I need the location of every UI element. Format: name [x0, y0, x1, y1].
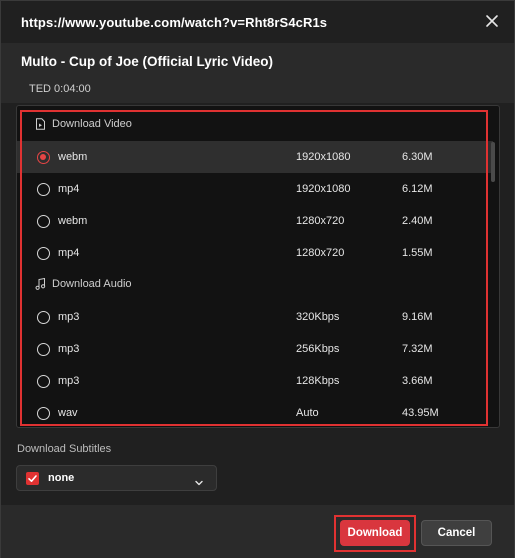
subtitles-value: none — [48, 472, 75, 484]
video-title: Multo - Cup of Joe (Official Lyric Video… — [21, 54, 274, 69]
audio-option-row[interactable]: wav Auto 43.95M — [17, 397, 493, 427]
size-label: 3.66M — [402, 375, 433, 387]
video-option-row[interactable]: mp4 1920x1080 6.12M — [17, 173, 493, 205]
cancel-button[interactable]: Cancel — [421, 520, 492, 546]
download-button[interactable]: Download — [340, 520, 410, 546]
format-label: mp3 — [58, 375, 80, 387]
size-label: 6.30M — [402, 151, 433, 163]
size-label: 7.32M — [402, 343, 433, 355]
format-label: mp3 — [58, 343, 80, 355]
download-audio-label: Download Audio — [52, 278, 132, 290]
size-label: 9.16M — [402, 311, 433, 323]
video-option-row[interactable]: webm 1920x1080 6.30M — [17, 141, 493, 173]
dialog-footer: Download Cancel — [1, 505, 514, 558]
subtitles-checkbox[interactable] — [26, 472, 39, 485]
format-list: Download Video webm 1920x1080 6.30M mp4 … — [16, 105, 500, 428]
download-dialog: https://www.youtube.com/watch?v=Rht8rS4c… — [0, 0, 515, 558]
size-label: 43.95M — [402, 407, 439, 419]
resolution-label: 1920x1080 — [296, 151, 351, 163]
download-audio-heading: Download Audio — [35, 274, 132, 294]
video-file-icon — [36, 118, 45, 130]
bitrate-label: 256Kbps — [296, 343, 340, 355]
video-option-row[interactable]: webm 1280x720 2.40M — [17, 205, 493, 237]
video-option-row[interactable]: mp4 1280x720 1.55M — [17, 237, 493, 269]
format-label: webm — [58, 151, 88, 163]
radio-button[interactable] — [37, 150, 50, 164]
radio-button[interactable] — [37, 182, 50, 196]
radio-button[interactable] — [37, 374, 50, 388]
video-url: https://www.youtube.com/watch?v=Rht8rS4c… — [21, 15, 328, 30]
subtitles-dropdown[interactable]: none — [16, 465, 217, 491]
video-info: Multo - Cup of Joe (Official Lyric Video… — [1, 43, 514, 103]
download-video-heading: Download Video — [35, 114, 132, 134]
bitrate-label: 128Kbps — [296, 375, 340, 387]
chevron-down-icon — [194, 474, 204, 492]
radio-button[interactable] — [37, 342, 50, 356]
bitrate-label: Auto — [296, 407, 319, 419]
resolution-label: 1280x720 — [296, 247, 345, 259]
size-label: 6.12M — [402, 183, 433, 195]
format-label: mp3 — [58, 311, 80, 323]
close-icon[interactable] — [484, 13, 500, 29]
size-label: 1.55M — [402, 247, 433, 259]
audio-option-row[interactable]: mp3 256Kbps 7.32M — [17, 333, 493, 365]
format-label: wav — [58, 407, 78, 419]
format-label: mp4 — [58, 183, 80, 195]
download-video-label: Download Video — [52, 118, 132, 130]
format-label: mp4 — [58, 247, 80, 259]
bitrate-label: 320Kbps — [296, 311, 340, 323]
radio-button[interactable] — [37, 310, 50, 324]
title-bar: https://www.youtube.com/watch?v=Rht8rS4c… — [1, 1, 514, 43]
radio-button[interactable] — [37, 406, 50, 420]
subtitles-label: Download Subtitles — [17, 443, 112, 455]
radio-button[interactable] — [37, 214, 50, 228]
format-label: webm — [58, 215, 88, 227]
music-note-icon — [35, 278, 46, 290]
resolution-label: 1280x720 — [296, 215, 345, 227]
scrollbar-thumb[interactable] — [491, 142, 495, 182]
resolution-label: 1920x1080 — [296, 183, 351, 195]
radio-button[interactable] — [37, 246, 50, 260]
video-meta: TED 0:04:00 — [29, 83, 91, 95]
audio-option-row[interactable]: mp3 320Kbps 9.16M — [17, 301, 493, 333]
size-label: 2.40M — [402, 215, 433, 227]
checkmark-icon — [28, 475, 37, 482]
audio-option-row[interactable]: mp3 128Kbps 3.66M — [17, 365, 493, 397]
